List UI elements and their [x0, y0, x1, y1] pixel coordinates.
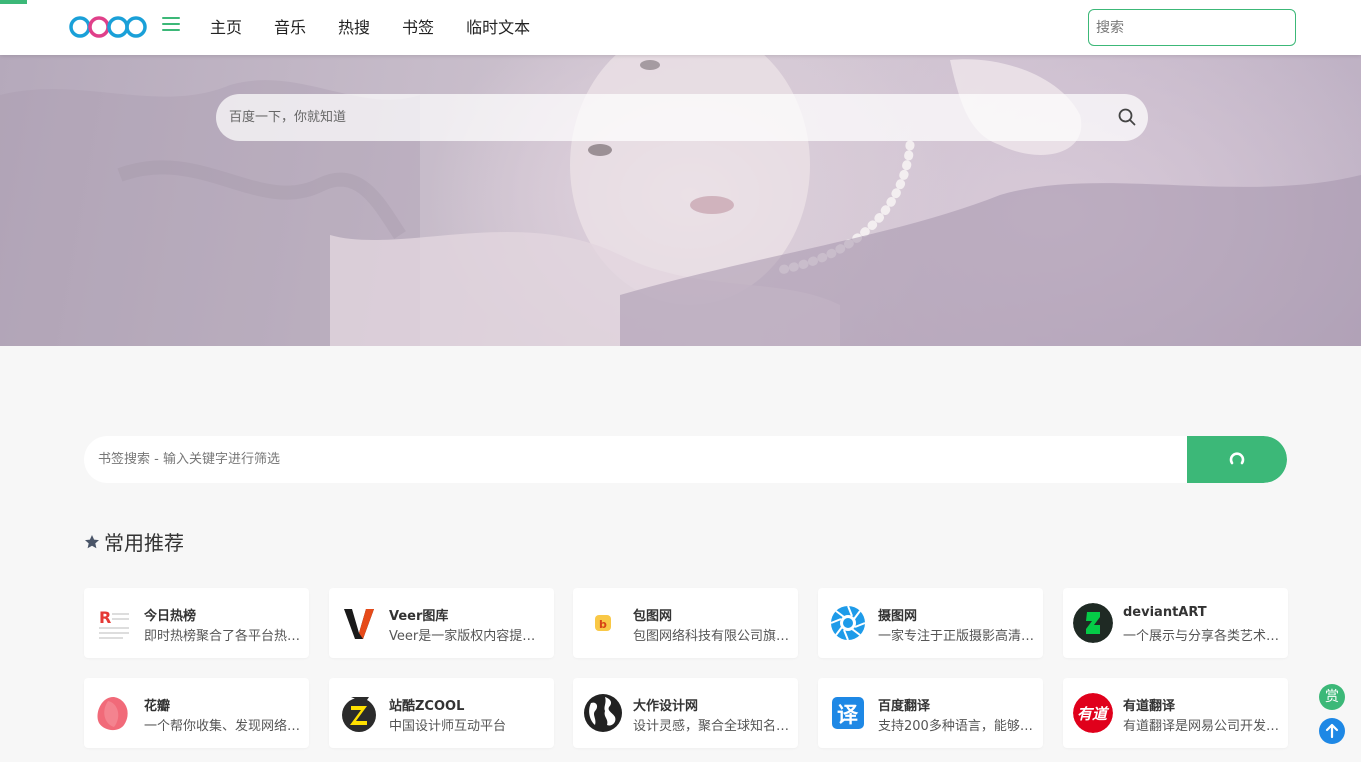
shetu-icon	[828, 603, 868, 643]
card-description: 支持200多种语言，能够满足	[878, 719, 1036, 734]
site-logo[interactable]	[68, 13, 148, 41]
card-description: 中国设计师互动平台	[389, 719, 507, 734]
card-title: 摄图网	[878, 609, 918, 624]
card-title: 百度翻译	[878, 699, 931, 714]
nav-hot-search[interactable]: 热搜	[338, 16, 370, 40]
refresh-button[interactable]	[1187, 436, 1287, 483]
back-to-top-button[interactable]	[1319, 718, 1345, 744]
hamburger-menu-icon[interactable]	[162, 17, 180, 35]
hero-banner	[0, 55, 1361, 346]
zcool-icon	[339, 693, 379, 733]
card-description: 一个展示与分享各类艺术作品	[1123, 629, 1281, 644]
bookmark-card-baidu-translate[interactable]: 译 百度翻译 支持200多种语言，能够满足	[818, 678, 1043, 748]
card-title: 站酷ZCOOL	[389, 699, 465, 714]
bookmark-filter-input[interactable]	[84, 436, 1187, 483]
deviantart-icon	[1073, 603, 1113, 643]
bookmark-card-deviantart[interactable]: deviantART 一个展示与分享各类艺术作品	[1063, 588, 1288, 658]
rebang-icon: R	[94, 603, 134, 643]
section-title: 常用推荐	[84, 527, 184, 556]
bookmark-card-huaban[interactable]: 花瓣 一个帮你收集、发现网络上你喜欢	[84, 678, 309, 748]
hero-search-box	[216, 94, 1148, 141]
card-title: 有道翻译	[1123, 699, 1176, 714]
section-title-text: 常用推荐	[104, 531, 184, 555]
svg-text:有道: 有道	[1077, 705, 1110, 723]
baidu-translate-icon: 译	[828, 693, 868, 733]
svg-text:b: b	[599, 618, 607, 631]
card-title: 大作设计网	[633, 699, 699, 714]
card-title: 包图网	[633, 609, 673, 624]
arrow-up-icon	[1325, 723, 1339, 739]
globe-icon	[583, 693, 623, 733]
bookmark-card-youdao[interactable]: 有道 有道翻译 有道翻译是网易公司开发的翻译	[1063, 678, 1288, 748]
svg-text:R: R	[99, 608, 111, 627]
bookmark-filter	[84, 436, 1287, 483]
donate-button[interactable]: 赏	[1319, 684, 1345, 710]
card-description: 有道翻译是网易公司开发的翻译	[1123, 719, 1281, 734]
bookmark-card-rebang[interactable]: R 今日热榜 即时热榜聚合了各平台热门内容	[84, 588, 309, 658]
bookmark-card-dazuo[interactable]: 大作设计网 设计灵感，聚合全球知名设计网站	[573, 678, 798, 748]
top-search-box	[1088, 9, 1296, 46]
card-description: 一个帮你收集、发现网络上你喜欢	[144, 719, 302, 734]
main-nav: 主页 音乐 热搜 书签 临时文本	[210, 16, 562, 40]
corner-accent-mark	[0, 0, 27, 4]
card-title: Veer图库	[389, 609, 449, 624]
youdao-icon: 有道	[1073, 693, 1113, 733]
bookmark-card-zcool[interactable]: 站酷ZCOOL 中国设计师互动平台	[329, 678, 554, 748]
huaban-icon	[94, 693, 134, 733]
star-icon	[85, 534, 99, 548]
card-description: 包图网络科技有限公司旗下网站	[633, 629, 791, 644]
top-search-input[interactable]	[1089, 10, 1295, 45]
hero-search-input[interactable]	[216, 94, 1096, 141]
card-description: 设计灵感，聚合全球知名设计网站	[633, 719, 791, 734]
bookmark-card-veer[interactable]: Veer图库 Veer是一家版权内容提供商	[329, 588, 554, 658]
baotu-icon: b	[583, 603, 623, 643]
nav-temp-text[interactable]: 临时文本	[466, 16, 530, 40]
svg-text:译: 译	[837, 703, 859, 727]
card-title: 花瓣	[144, 699, 171, 714]
search-icon[interactable]	[1118, 108, 1136, 126]
nav-home[interactable]: 主页	[210, 16, 242, 40]
card-title: 今日热榜	[144, 609, 197, 624]
card-title: deviantART	[1123, 605, 1207, 620]
nav-bookmarks[interactable]: 书签	[402, 16, 434, 40]
veer-icon	[339, 603, 379, 643]
bookmark-card-shetu[interactable]: 摄图网 一家专注于正版摄影高清图片	[818, 588, 1043, 658]
card-description: Veer是一家版权内容提供商	[389, 629, 547, 644]
bookmark-card-baotu[interactable]: b 包图网 包图网络科技有限公司旗下网站	[573, 588, 798, 658]
card-description: 一家专注于正版摄影高清图片	[878, 629, 1036, 644]
card-description: 即时热榜聚合了各平台热门内容	[144, 629, 302, 644]
refresh-icon	[1229, 452, 1245, 465]
nav-music[interactable]: 音乐	[274, 16, 306, 40]
top-navigation-bar: 主页 音乐 热搜 书签 临时文本	[0, 0, 1361, 55]
